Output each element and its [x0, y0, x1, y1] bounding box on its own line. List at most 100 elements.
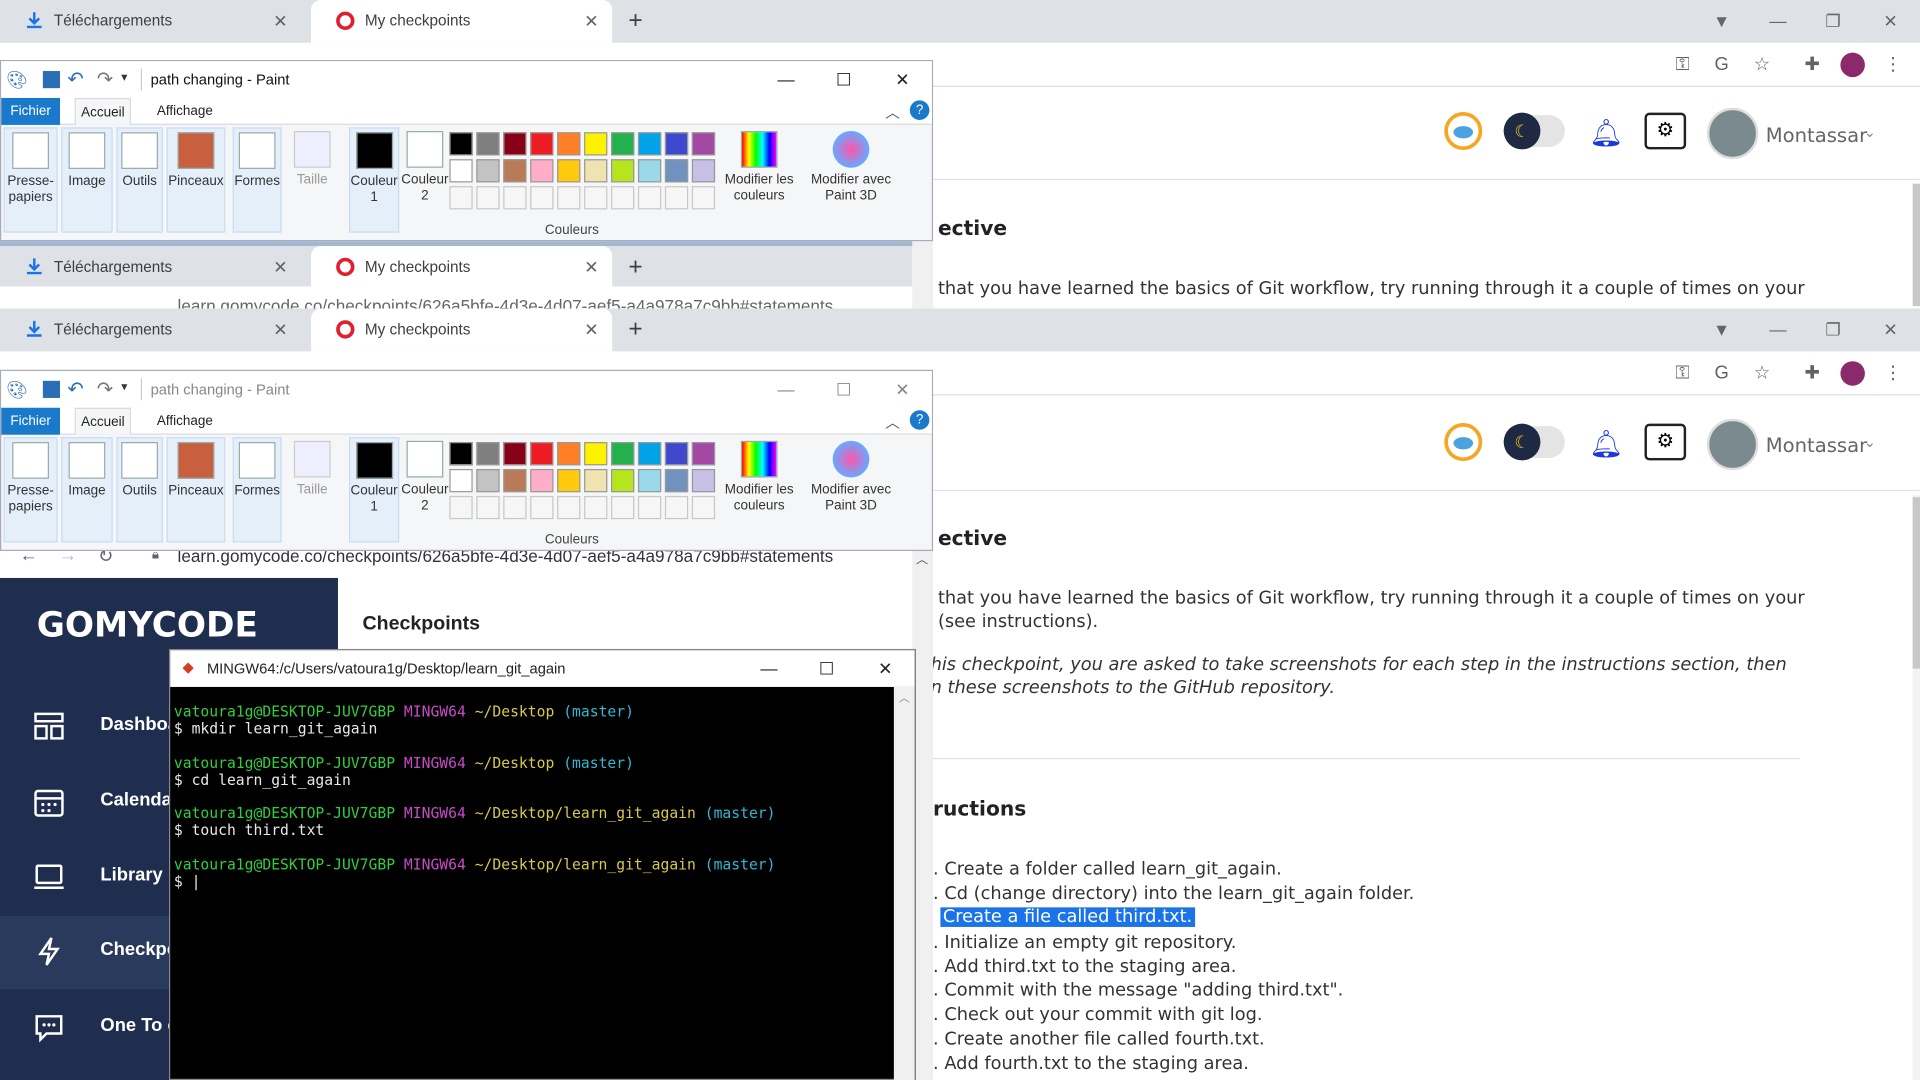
tab-search-icon[interactable]: ▼: [1707, 316, 1736, 345]
palette-swatch-empty[interactable]: [584, 495, 608, 520]
maximize-icon[interactable]: ☐: [816, 658, 838, 680]
edit-paint3d-button[interactable]: Modifier avec Paint 3D: [809, 127, 892, 232]
edit-colors-button[interactable]: Modifier les couleurs: [721, 127, 797, 232]
tab-accueil[interactable]: Accueil: [74, 97, 132, 125]
tab-checkpoints[interactable]: My checkpoints ✕: [311, 0, 613, 43]
palette-swatch[interactable]: [611, 442, 635, 466]
close-icon[interactable]: ✕: [580, 318, 602, 340]
tab-downloads[interactable]: Téléchargements ✕: [0, 0, 302, 43]
palette-swatch[interactable]: [476, 159, 500, 183]
star-icon[interactable]: ☆: [1750, 361, 1774, 385]
translate-icon[interactable]: G: [1709, 53, 1733, 77]
palette-swatch-empty[interactable]: [691, 495, 716, 520]
palette-swatch[interactable]: [530, 468, 554, 493]
palette-swatch[interactable]: [449, 132, 473, 156]
palette-swatch-empty[interactable]: [503, 495, 527, 520]
scrollbar-thumb[interactable]: [1912, 497, 1920, 669]
palette-swatch-empty[interactable]: [530, 186, 554, 210]
tools-button[interactable]: Outils: [116, 127, 163, 233]
bell-icon[interactable]: 🔔︎: [1589, 429, 1623, 461]
palette-swatch[interactable]: [637, 442, 662, 466]
palette-swatch[interactable]: [503, 468, 527, 493]
palette-swatch[interactable]: [637, 468, 662, 493]
settings-icon[interactable]: ⚙: [1644, 423, 1687, 461]
palette-swatch[interactable]: [691, 159, 716, 183]
collapse-ribbon-icon[interactable]: ︿: [885, 102, 900, 123]
palette-swatch-empty[interactable]: [611, 495, 635, 520]
new-tab-button[interactable]: +: [621, 7, 650, 36]
close-icon[interactable]: ✕: [891, 378, 913, 400]
redo-icon[interactable]: ↷: [97, 67, 113, 91]
palette-swatch-empty[interactable]: [664, 495, 689, 520]
sync-icon[interactable]: [1442, 421, 1484, 463]
collapse-ribbon-icon[interactable]: ︿: [885, 411, 900, 432]
dark-mode-toggle[interactable]: ☾: [1503, 423, 1565, 461]
avatar[interactable]: [1706, 107, 1759, 160]
terminal-output[interactable]: vatoura1g@DESKTOP-JUV7GBP MINGW64 ~/Desk…: [174, 687, 894, 1080]
palette-swatch[interactable]: [503, 159, 527, 183]
menu-icon[interactable]: ⋮: [1881, 53, 1905, 77]
palette-swatch-empty[interactable]: [584, 186, 608, 210]
profile-avatar[interactable]: [1840, 52, 1865, 78]
menu-icon[interactable]: ⋮: [1881, 361, 1905, 385]
palette-swatch[interactable]: [611, 132, 635, 156]
palette-swatch[interactable]: [449, 442, 473, 466]
profile-avatar[interactable]: [1840, 361, 1865, 386]
palette-swatch[interactable]: [449, 159, 473, 183]
tab-downloads[interactable]: Téléchargements ✕: [0, 246, 302, 287]
minimize-icon[interactable]: —: [1763, 316, 1792, 345]
extensions-icon[interactable]: ✚: [1800, 53, 1824, 77]
brushes-button[interactable]: Pinceaux: [166, 127, 226, 233]
palette-swatch-empty[interactable]: [530, 495, 554, 520]
palette-swatch[interactable]: [530, 132, 554, 156]
dark-mode-toggle[interactable]: ☾: [1503, 112, 1565, 150]
url-text[interactable]: learn.gomycode.co/checkpoints/626a5bfe-4…: [178, 296, 834, 308]
new-tab-button[interactable]: +: [621, 316, 650, 345]
close-icon[interactable]: ✕: [269, 256, 291, 278]
palette-swatch[interactable]: [530, 442, 554, 466]
tab-search-icon[interactable]: ▼: [1707, 7, 1736, 36]
close-icon[interactable]: ✕: [269, 318, 291, 340]
avatar[interactable]: [1706, 418, 1759, 471]
user-name[interactable]: Montassar: [1766, 433, 1867, 456]
scrollbar[interactable]: [1912, 494, 1920, 1080]
clipboard-button[interactable]: Presse-papiers: [3, 127, 58, 233]
scroll-up-icon[interactable]: ︿: [899, 689, 910, 705]
tab-checkpoints[interactable]: My checkpoints ✕: [311, 308, 613, 352]
palette-swatch-empty[interactable]: [664, 186, 689, 210]
palette-swatch[interactable]: [664, 468, 689, 493]
palette-swatch-empty[interactable]: [449, 495, 473, 520]
close-icon[interactable]: ✕: [580, 256, 602, 278]
close-icon[interactable]: ✕: [874, 658, 896, 680]
color1-button[interactable]: Couleur 1: [348, 127, 400, 233]
save-icon[interactable]: [42, 380, 60, 398]
size-button[interactable]: Taille: [288, 127, 337, 232]
brushes-button[interactable]: Pinceaux: [166, 437, 226, 543]
shapes-button[interactable]: Formes: [232, 437, 282, 543]
palette-swatch[interactable]: [611, 159, 635, 183]
palette-swatch[interactable]: [530, 159, 554, 183]
palette-swatch-empty[interactable]: [637, 495, 662, 520]
chevron-down-icon[interactable]: ⌄: [1864, 433, 1876, 450]
palette-swatch[interactable]: [691, 132, 716, 156]
chevron-down-icon[interactable]: ⌄: [1864, 124, 1876, 141]
scrollbar[interactable]: [912, 241, 934, 309]
color2-button[interactable]: Couleur 2: [400, 127, 449, 232]
extensions-icon[interactable]: ✚: [1800, 361, 1824, 385]
quick-access-dropdown-icon[interactable]: ▾: [121, 381, 127, 394]
edit-paint3d-button[interactable]: Modifier avec Paint 3D: [809, 437, 892, 542]
palette-swatch-empty[interactable]: [503, 186, 527, 210]
scrollbar[interactable]: [1912, 183, 1920, 307]
help-icon[interactable]: ?: [909, 410, 930, 430]
translate-icon[interactable]: G: [1709, 361, 1733, 385]
sync-icon[interactable]: [1442, 110, 1484, 152]
tab-affichage[interactable]: Affichage: [151, 408, 220, 435]
edit-colors-button[interactable]: Modifier les couleurs: [721, 437, 797, 542]
image-button[interactable]: Image: [61, 127, 113, 233]
tab-fichier[interactable]: Fichier: [1, 407, 60, 435]
user-name[interactable]: Montassar: [1766, 124, 1867, 147]
palette-swatch-empty[interactable]: [691, 186, 716, 210]
close-icon[interactable]: ✕: [1876, 316, 1905, 345]
palette-swatch[interactable]: [611, 468, 635, 493]
palette-swatch[interactable]: [557, 442, 581, 466]
